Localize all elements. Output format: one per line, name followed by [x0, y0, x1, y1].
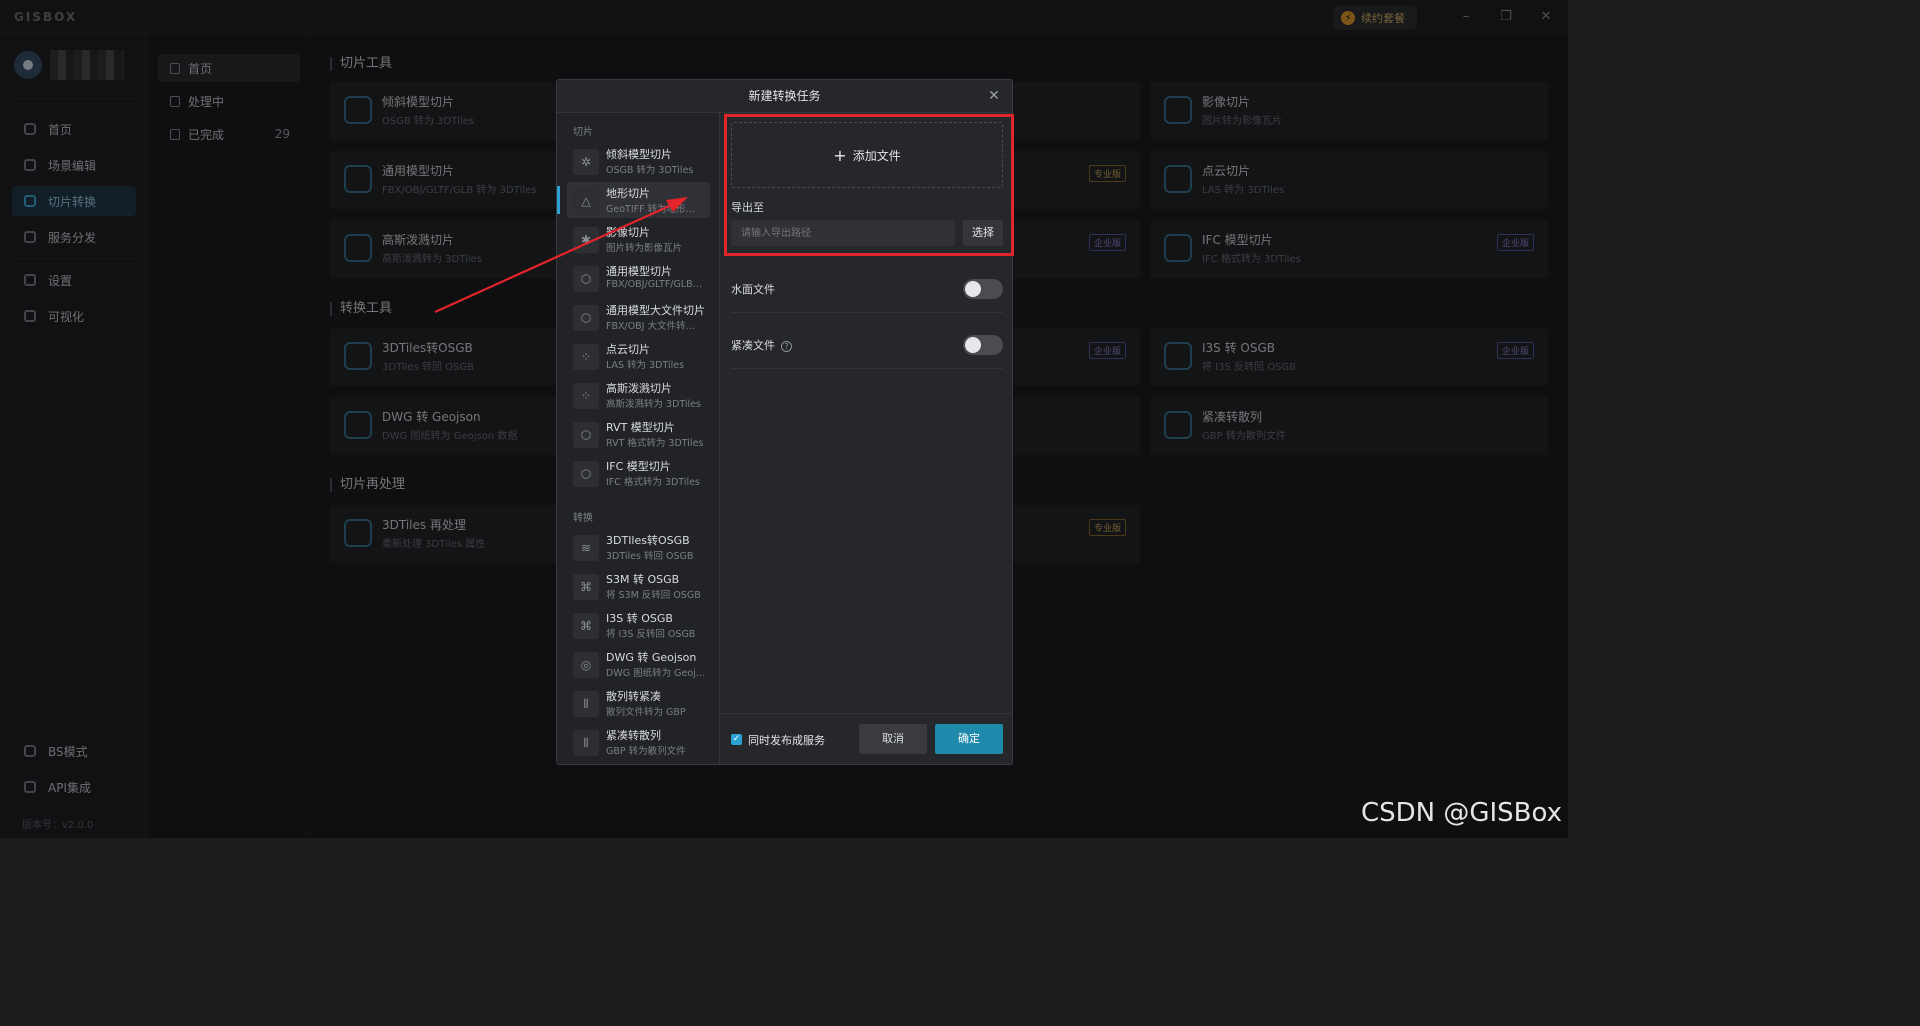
task-type-item[interactable]: ≋ 3DTIles转OSGB 3DTiles 转回 OSGB [567, 529, 710, 565]
cancel-button[interactable]: 取消 [859, 724, 927, 754]
task-type-item[interactable]: ⌘ I3S 转 OSGB 将 I3S 反转回 OSGB [567, 607, 710, 643]
terrain-icon: △ [573, 188, 599, 214]
item-subtitle: 高斯泼溅转为 3DTiles [606, 399, 701, 410]
task-type-item[interactable]: ⦀ 紧凑转散列 GBP 转为散列文件 [567, 724, 710, 760]
task-type-item[interactable]: ✱ 影像切片图片转为影像瓦片 [567, 221, 710, 257]
group-label: 切片 [573, 127, 593, 138]
item-subtitle: DWG 图纸转为 Geoj… [606, 668, 706, 679]
option-label: 水面文件 [731, 283, 775, 296]
item-subtitle: GeoTIFF 转为地形… [606, 204, 696, 215]
task-type-item[interactable]: ⬡ 通用模型切片 FBX/OBJ/GLTF/GLB… [567, 260, 710, 296]
item-subtitle: LAS 转为 3DTiles [606, 360, 685, 371]
item-title: 高斯泼溅切片 [606, 382, 672, 395]
highlight-box [724, 114, 1014, 256]
ifc-icon: ⬡ [573, 461, 599, 487]
target-icon: ◎ [573, 652, 599, 678]
item-title: 倾斜模型切片 [606, 148, 672, 161]
confirm-button[interactable]: 确定 [935, 724, 1003, 754]
publish-checkbox[interactable]: ✓ [731, 734, 742, 745]
task-type-list: 切片 ✲ 倾斜模型切片 OSGB 转为 3DTiles △ 地形切片 GeoTIFF 转… [557, 113, 720, 764]
item-title: RVT 模型切片 [606, 421, 675, 434]
box-icon: ⬡ [573, 305, 599, 331]
task-type-item[interactable]: △ 地形切片 GeoTIFF 转为地形… [567, 182, 710, 218]
item-title: 点云切片 [606, 343, 650, 356]
task-type-item[interactable]: ✲ 倾斜模型切片 OSGB 转为 3DTiles [567, 143, 710, 179]
option-label: 紧凑文件 [731, 339, 775, 352]
task-type-item[interactable]: ⬡ 通用模型大文件切片 FBX/OBJ 大文件转… [567, 299, 710, 335]
item-subtitle: GBP 转为散列文件 [606, 746, 686, 757]
item-title: 通用模型大文件切片 [606, 304, 705, 317]
water-file-option: 水面文件 [731, 263, 1003, 313]
barcode-icon: ⦀ [573, 691, 599, 717]
layers-icon: ≋ [573, 535, 599, 561]
satellite-icon: ✱ [573, 227, 599, 253]
option-label-wrap: 紧凑文件? [731, 337, 792, 353]
task-type-item[interactable]: ⬡ IFC 模型切片 IFC 格式转为 3DTiles [567, 455, 710, 491]
s3m-icon: ⌘ [573, 574, 599, 600]
task-type-item[interactable]: ⦀ 散列转紧凑散列文件转为 GBP [567, 685, 710, 721]
i3s-icon: ⌘ [573, 613, 599, 639]
item-subtitle: 散列文件转为 GBP [606, 707, 686, 718]
task-type-item[interactable]: ◎ DWG 转 Geojson DWG 图纸转为 Geoj… [567, 646, 710, 682]
task-form: +添加文件 导出至 选择 水面文件 紧凑文件? ✓ 同时发布成服务 取消 确定 [721, 113, 1014, 764]
item-subtitle: 将 S3M 反转回 OSGB [606, 590, 701, 601]
item-title: 散列转紧凑 [606, 690, 661, 703]
new-task-dialog: 新建转换任务 ✕ 切片 ✲ 倾斜模型切片 OSGB 转为 3DTiles △ 地形切片… [556, 79, 1014, 765]
item-subtitle: OSGB 转为 3DTiles [606, 165, 694, 176]
box-icon: ⬡ [573, 266, 599, 292]
help-icon[interactable]: ? [781, 341, 792, 352]
task-type-item[interactable]: ⌘ S3M 转 OSGB 将 S3M 反转回 OSGB [567, 568, 710, 604]
item-subtitle: 将 I3S 反转回 OSGB [606, 629, 696, 640]
item-title: DWG 转 Geojson [606, 651, 697, 664]
item-subtitle: IFC 格式转为 3DTiles [606, 477, 700, 488]
item-subtitle: 图片转为影像瓦片 [606, 243, 683, 254]
splat-icon: ⁘ [573, 383, 599, 409]
drone-icon: ✲ [573, 149, 599, 175]
point-cloud-icon: ⁘ [573, 344, 599, 370]
compact-file-toggle[interactable] [963, 335, 1003, 355]
item-title: 通用模型切片 [606, 265, 672, 278]
item-subtitle: 3DTiles 转回 OSGB [606, 551, 694, 562]
item-subtitle: RVT 格式转为 3DTiles [606, 438, 704, 449]
item-title: 3DTIles转OSGB [606, 534, 690, 547]
item-title: 紧凑转散列 [606, 729, 661, 742]
publish-label: 同时发布成服务 [748, 734, 825, 747]
task-type-item[interactable]: ⬡ RVT 模型切片 RVT 格式转为 3DTiles [567, 416, 710, 452]
item-title: 影像切片 [606, 226, 650, 239]
group-label: 转换 [573, 513, 593, 524]
barcode-icon: ⦀ [573, 730, 599, 756]
water-file-toggle[interactable] [963, 279, 1003, 299]
task-type-item[interactable]: ⁘ 高斯泼溅切片高斯泼溅转为 3DTiles [567, 377, 710, 413]
item-title: I3S 转 OSGB [606, 612, 673, 625]
dialog-title: 新建转换任务 [557, 80, 1012, 113]
close-icon[interactable]: ✕ [986, 88, 1002, 104]
item-title: S3M 转 OSGB [606, 573, 680, 586]
item-title: IFC 模型切片 [606, 460, 671, 473]
rvt-icon: ⬡ [573, 422, 599, 448]
task-type-item[interactable]: ⁘ 点云切片 LAS 转为 3DTiles [567, 338, 710, 374]
item-subtitle: FBX/OBJ 大文件转… [606, 321, 696, 332]
item-subtitle: FBX/OBJ/GLTF/GLB… [606, 279, 703, 290]
active-indicator [557, 186, 560, 214]
item-title: 地形切片 [606, 187, 650, 200]
compact-file-option: 紧凑文件? [731, 319, 1003, 369]
dialog-footer: ✓ 同时发布成服务 取消 确定 [721, 713, 1012, 764]
watermark: CSDN @GISBox [1360, 798, 1562, 828]
